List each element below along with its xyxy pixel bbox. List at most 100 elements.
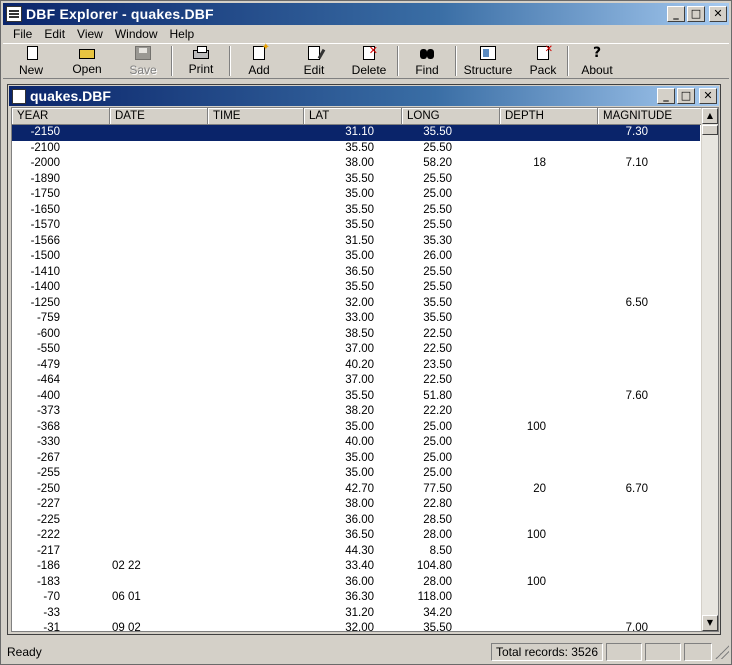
cell-long[interactable]: 25.50 (402, 265, 500, 281)
find-button[interactable]: Find (399, 44, 455, 78)
table-row[interactable]: -1400 35.50 25.50 (12, 280, 700, 296)
cell-lat[interactable]: 44.30 (304, 544, 402, 560)
cell-magnitude[interactable]: 7.30 (598, 125, 698, 141)
cell-depth[interactable] (500, 621, 598, 631)
cell-lat[interactable]: 42.70 (304, 482, 402, 498)
document-close-button[interactable]: ✕ (699, 88, 717, 104)
cell-long[interactable]: 25.00 (402, 435, 500, 451)
cell-time[interactable] (208, 327, 304, 343)
cell-date[interactable] (110, 280, 208, 296)
table-row[interactable]: -227 38.00 22.80 (12, 497, 700, 513)
cell-long[interactable]: 22.50 (402, 342, 500, 358)
pack-button[interactable]: Pack (519, 44, 567, 78)
cell-long[interactable]: 25.00 (402, 420, 500, 436)
cell-magnitude[interactable] (598, 575, 698, 591)
cell-long[interactable]: 26.00 (402, 249, 500, 265)
column-header-long[interactable]: LONG (402, 108, 500, 125)
table-row[interactable]: -479 40.20 23.50 (12, 358, 700, 374)
document-maximize-button[interactable]: □ (677, 88, 695, 104)
cell-long[interactable]: 51.80 (402, 389, 500, 405)
cell-time[interactable] (208, 342, 304, 358)
cell-year[interactable]: -373 (12, 404, 110, 420)
cell-year[interactable]: -31 (12, 621, 110, 631)
cell-magnitude[interactable] (598, 358, 698, 374)
cell-year[interactable]: -1400 (12, 280, 110, 296)
cell-time[interactable] (208, 497, 304, 513)
table-row[interactable]: -222 36.50 28.00 100 (12, 528, 700, 544)
cell-long[interactable]: 28.50 (402, 513, 500, 529)
table-row[interactable]: -186 02 22 33.40 104.80 (12, 559, 700, 575)
cell-year[interactable]: -255 (12, 466, 110, 482)
cell-depth[interactable] (500, 311, 598, 327)
document-title-bar[interactable]: quakes.DBF _ □ ✕ (9, 86, 719, 106)
cell-year[interactable]: -1566 (12, 234, 110, 250)
cell-year[interactable]: -267 (12, 451, 110, 467)
add-button[interactable]: Add (231, 42, 287, 78)
close-button[interactable]: ✕ (709, 6, 727, 22)
cell-time[interactable] (208, 280, 304, 296)
table-row[interactable]: -1570 35.50 25.50 (12, 218, 700, 234)
column-header-date[interactable]: DATE (110, 108, 208, 125)
cell-depth[interactable] (500, 327, 598, 343)
cell-long[interactable]: 25.50 (402, 141, 500, 157)
cell-magnitude[interactable] (598, 280, 698, 296)
table-row[interactable]: -373 38.20 22.20 (12, 404, 700, 420)
cell-date[interactable] (110, 187, 208, 203)
edit-button[interactable]: Edit (287, 44, 341, 78)
cell-date[interactable] (110, 513, 208, 529)
cell-time[interactable] (208, 404, 304, 420)
cell-depth[interactable] (500, 497, 598, 513)
cell-time[interactable] (208, 373, 304, 389)
cell-date[interactable] (110, 466, 208, 482)
cell-time[interactable] (208, 389, 304, 405)
table-row[interactable]: -1566 31.50 35.30 (12, 234, 700, 250)
cell-date[interactable] (110, 327, 208, 343)
cell-lat[interactable]: 35.00 (304, 451, 402, 467)
cell-depth[interactable]: 100 (500, 528, 598, 544)
cell-time[interactable] (208, 172, 304, 188)
cell-time[interactable] (208, 265, 304, 281)
cell-long[interactable]: 28.00 (402, 528, 500, 544)
cell-depth[interactable] (500, 544, 598, 560)
cell-time[interactable] (208, 482, 304, 498)
cell-date[interactable] (110, 203, 208, 219)
cell-long[interactable]: 25.00 (402, 451, 500, 467)
cell-magnitude[interactable] (598, 590, 698, 606)
cell-year[interactable]: -1570 (12, 218, 110, 234)
cell-lat[interactable]: 35.50 (304, 389, 402, 405)
cell-lat[interactable]: 38.50 (304, 327, 402, 343)
cell-depth[interactable] (500, 280, 598, 296)
cell-depth[interactable] (500, 404, 598, 420)
app-icon[interactable] (6, 6, 22, 22)
cell-magnitude[interactable] (598, 234, 698, 250)
table-row[interactable]: -550 37.00 22.50 (12, 342, 700, 358)
cell-time[interactable] (208, 528, 304, 544)
cell-lat[interactable]: 35.00 (304, 466, 402, 482)
cell-date[interactable] (110, 172, 208, 188)
cell-long[interactable]: 25.00 (402, 187, 500, 203)
cell-magnitude[interactable]: 7.10 (598, 156, 698, 172)
cell-depth[interactable]: 20 (500, 482, 598, 498)
cell-date[interactable]: 06 01 (110, 590, 208, 606)
table-row[interactable]: -217 44.30 8.50 (12, 544, 700, 560)
cell-lat[interactable]: 35.50 (304, 172, 402, 188)
cell-year[interactable]: -550 (12, 342, 110, 358)
delete-button[interactable]: Delete (341, 44, 397, 78)
cell-magnitude[interactable] (598, 513, 698, 529)
cell-time[interactable] (208, 187, 304, 203)
cell-magnitude[interactable] (598, 187, 698, 203)
records-grid[interactable]: YEAR DATE TIME LAT LONG DEPTH MAGNITUDE … (11, 107, 719, 632)
cell-long[interactable]: 25.50 (402, 218, 500, 234)
cell-magnitude[interactable] (598, 466, 698, 482)
vertical-scrollbar[interactable]: ▲ ▼ (701, 108, 718, 631)
cell-depth[interactable]: 18 (500, 156, 598, 172)
cell-date[interactable] (110, 311, 208, 327)
cell-time[interactable] (208, 544, 304, 560)
cell-magnitude[interactable] (598, 311, 698, 327)
cell-date[interactable]: 02 22 (110, 559, 208, 575)
cell-date[interactable] (110, 296, 208, 312)
cell-year[interactable]: -2000 (12, 156, 110, 172)
table-row[interactable]: -368 35.00 25.00 100 (12, 420, 700, 436)
table-row[interactable]: -1410 36.50 25.50 (12, 265, 700, 281)
cell-depth[interactable] (500, 296, 598, 312)
